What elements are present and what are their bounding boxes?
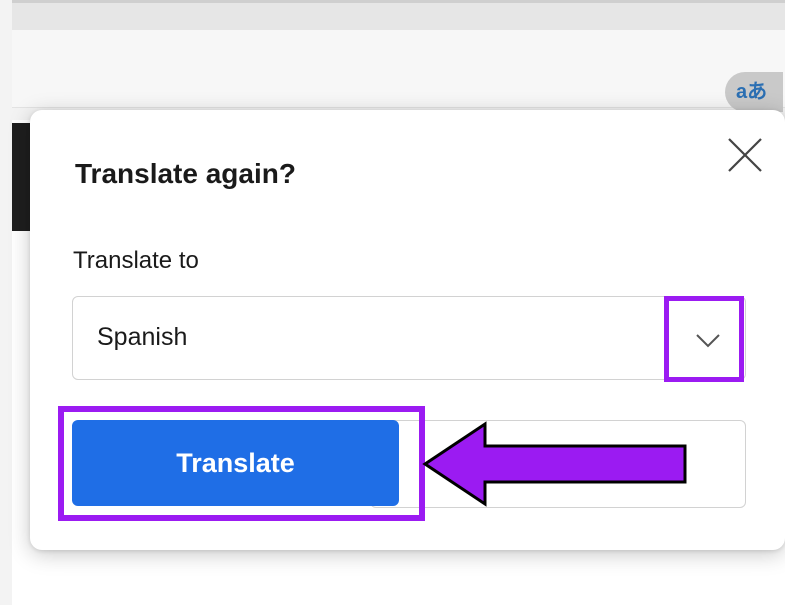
language-select[interactable]: Spanish — [72, 296, 746, 380]
browser-toolbar — [12, 30, 785, 108]
browser-top-strip — [12, 0, 785, 30]
pointer-arrow-icon — [422, 421, 687, 507]
selected-language: Spanish — [97, 323, 188, 351]
page-dark-block — [12, 123, 30, 231]
translate-popup: Translate again? Translate to Spanish Tr… — [30, 110, 785, 550]
dropdown-highlight-box — [664, 296, 744, 382]
close-icon — [728, 138, 762, 172]
translate-icon[interactable]: aあ — [725, 72, 783, 112]
popup-title: Translate again? — [75, 158, 296, 189]
translate-button-highlight-box — [58, 406, 425, 521]
close-button[interactable] — [723, 133, 767, 177]
translate-to-label: Translate to — [73, 247, 199, 274]
